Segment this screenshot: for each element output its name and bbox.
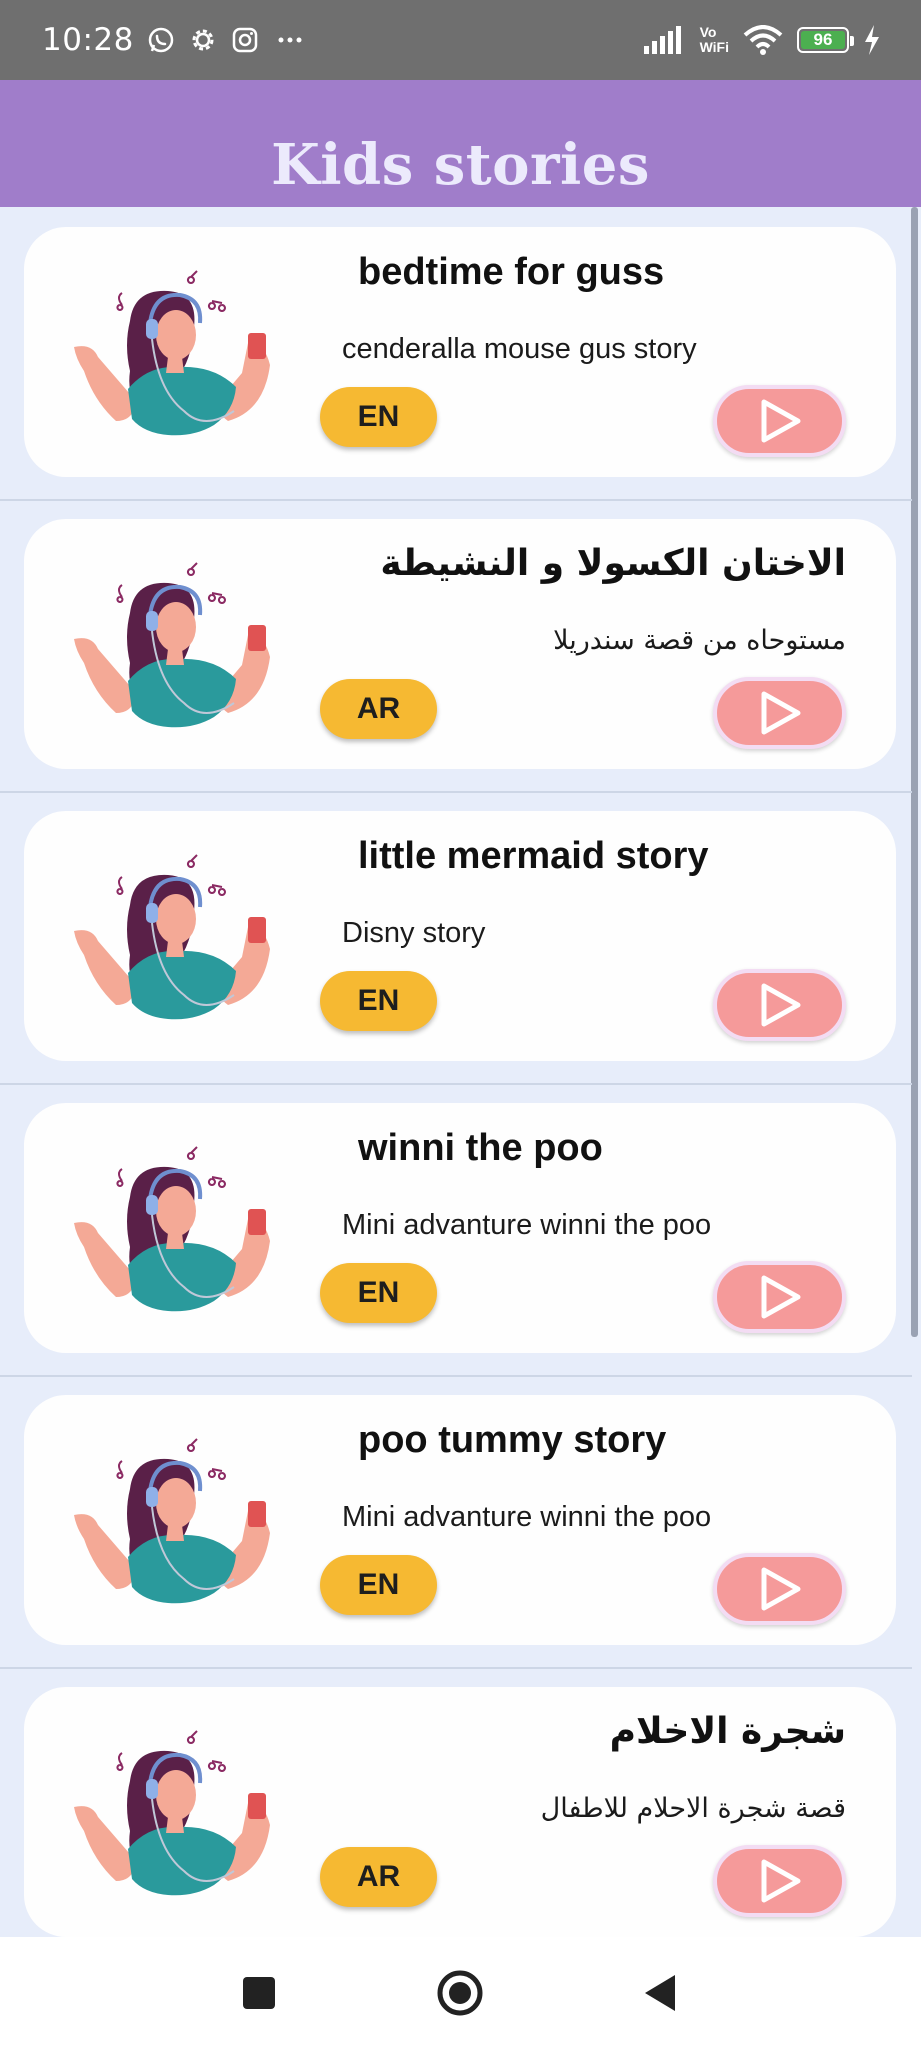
status-time: 10:28 [42, 22, 134, 58]
story-card[interactable]: winni the poo Mini advanture winni the p… [24, 1103, 896, 1353]
story-row-4: winni the poo Mini advanture winni the p… [0, 1083, 912, 1377]
play-icon [761, 1567, 800, 1611]
girl-listening-music-illustration [74, 270, 270, 436]
recents-button[interactable] [209, 1937, 309, 2048]
story-subtitle: Mini advanture winni the poo [342, 1209, 712, 1241]
story-card[interactable]: poo tummy story Mini advanture winni the… [24, 1395, 896, 1645]
story-row-3: little mermaid story Disny story EN [0, 791, 912, 1085]
story-title: winni the poo [358, 1127, 603, 1169]
language-badge[interactable]: AR [320, 679, 437, 739]
play-button[interactable] [713, 385, 846, 457]
play-button[interactable] [713, 969, 846, 1041]
app-title: Kids stories [271, 132, 650, 198]
play-icon [761, 1859, 800, 1903]
more-dots-icon [278, 37, 302, 43]
story-card[interactable]: little mermaid story Disny story EN [24, 811, 896, 1061]
story-row-6: شجرة الاخلام قصة شجرة الاحلام للاطفال AR [0, 1667, 912, 1937]
play-icon [761, 983, 800, 1027]
wifi-icon [743, 25, 783, 55]
settings-gear-icon [192, 29, 214, 51]
story-card[interactable]: bedtime for guss cenderalla mouse gus st… [24, 227, 896, 477]
battery-level: 96 [813, 30, 833, 49]
story-title: شجرة الاخلام [609, 1711, 846, 1752]
story-row-2: الاختان الكسولا و النشيطة مستوحاه من قصة… [0, 499, 912, 793]
story-row-1: bedtime for guss cenderalla mouse gus st… [0, 207, 912, 501]
story-subtitle: Disny story [342, 917, 486, 949]
story-card[interactable]: شجرة الاخلام قصة شجرة الاحلام للاطفال AR [24, 1687, 896, 1937]
girl-listening-music-illustration [74, 1438, 270, 1604]
battery-cap [850, 36, 854, 46]
status-bar: 10:28 Vo WiFi 96 [0, 0, 921, 80]
language-badge[interactable]: EN [320, 971, 437, 1031]
story-subtitle: Mini advanture winni the poo [342, 1501, 712, 1533]
back-button[interactable] [611, 1937, 711, 2048]
language-badge[interactable]: EN [320, 1555, 437, 1615]
status-bar-left: 10:28 [42, 22, 308, 58]
play-button[interactable] [713, 1261, 846, 1333]
play-button[interactable] [713, 1845, 846, 1917]
play-icon [761, 691, 800, 735]
back-triangle-icon [645, 1974, 675, 2011]
girl-listening-music-illustration [74, 854, 270, 1020]
battery-icon: 96 [797, 27, 854, 53]
language-badge[interactable]: AR [320, 1847, 437, 1907]
story-title: bedtime for guss [358, 251, 665, 293]
play-icon [761, 399, 800, 443]
play-icon [761, 1275, 800, 1319]
story-subtitle: مستوحاه من قصة سندريلا [553, 625, 846, 656]
whatsapp-icon [148, 27, 174, 53]
signal-bars-icon [643, 26, 681, 54]
status-bar-right: Vo WiFi 96 [643, 25, 881, 55]
story-card[interactable]: الاختان الكسولا و النشيطة مستوحاه من قصة… [24, 519, 896, 769]
play-button[interactable] [713, 1553, 846, 1625]
app-bar: Kids stories [0, 80, 921, 207]
vowifi-label-bottom: WiFi [699, 39, 729, 55]
girl-listening-music-illustration [74, 1146, 270, 1312]
home-circle-icon [437, 1970, 483, 2015]
girl-listening-music-illustration [74, 1730, 270, 1896]
instagram-icon [232, 27, 258, 53]
play-button[interactable] [713, 677, 846, 749]
home-button[interactable] [410, 1937, 510, 2048]
girl-listening-music-illustration [74, 562, 270, 728]
language-badge[interactable]: EN [320, 1263, 437, 1323]
vowifi-label-top: Vo [699, 24, 717, 40]
story-title: little mermaid story [358, 835, 709, 877]
vowifi-indicator: Vo WiFi [700, 25, 729, 55]
story-title: poo tummy story [358, 1419, 667, 1461]
story-row-5: poo tummy story Mini advanture winni the… [0, 1375, 912, 1669]
story-subtitle: cenderalla mouse gus story [342, 333, 697, 365]
system-nav-bar [0, 1937, 921, 2048]
story-subtitle: قصة شجرة الاحلام للاطفال [540, 1793, 846, 1824]
story-list[interactable]: bedtime for guss cenderalla mouse gus st… [0, 207, 921, 1937]
scrollbar[interactable] [911, 207, 918, 1337]
charging-bolt-icon [865, 25, 879, 55]
story-title: الاختان الكسولا و النشيطة [380, 543, 846, 584]
recents-square-icon [243, 1976, 275, 2009]
language-badge[interactable]: EN [320, 387, 437, 447]
